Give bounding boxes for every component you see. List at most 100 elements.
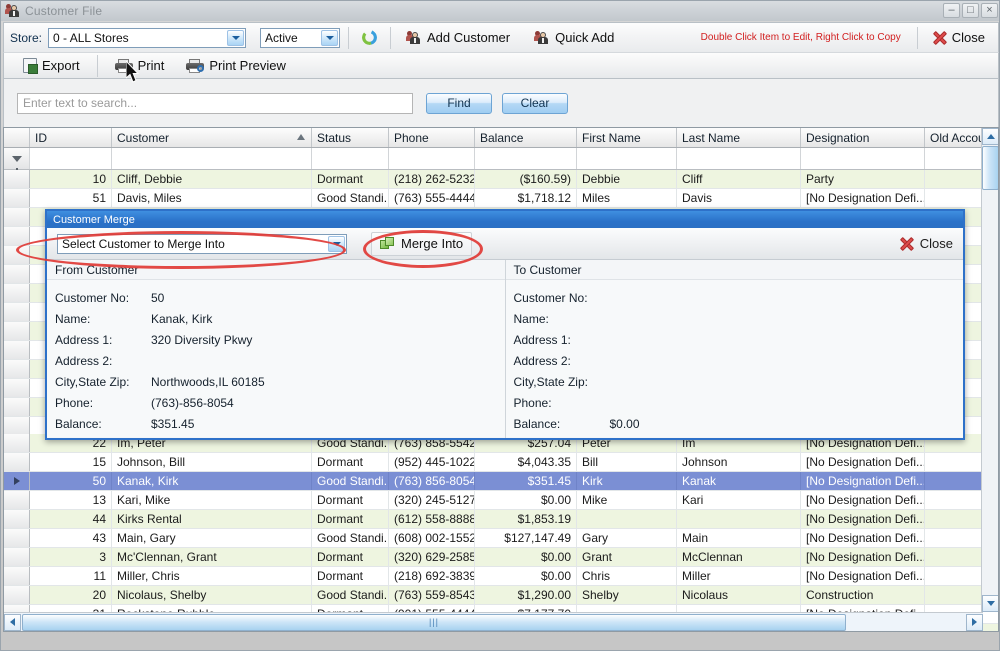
row-selector[interactable] — [4, 434, 30, 452]
row-selector[interactable] — [4, 208, 30, 226]
print-preview-button[interactable]: Print Preview — [179, 54, 293, 78]
row-selector[interactable] — [4, 265, 30, 283]
field-row: Balance: $351.45 — [55, 413, 505, 434]
cell-customer: Johnson, Bill — [112, 453, 312, 471]
horizontal-scrollbar[interactable]: ||| — [4, 612, 983, 631]
maximize-button[interactable]: □ — [962, 3, 979, 18]
table-row[interactable]: 44 Kirks Rental Dormant (612) 558-8888 $1,85… — [4, 510, 998, 529]
sort-ascending-icon — [297, 134, 305, 140]
row-selector[interactable] — [4, 303, 30, 321]
row-selector[interactable] — [4, 567, 30, 585]
filter-cell-last-name[interactable] — [677, 148, 801, 169]
row-selector[interactable] — [4, 548, 30, 566]
column-header-status[interactable]: Status — [312, 128, 389, 147]
print-button[interactable]: Print — [108, 54, 172, 78]
cell-last: Miller — [677, 567, 801, 585]
row-selector[interactable] — [4, 227, 30, 245]
search-bar: Find Clear — [3, 79, 999, 127]
vertical-scrollbar[interactable] — [981, 128, 998, 612]
row-selector[interactable] — [4, 510, 30, 528]
cell-designation: Construction — [801, 586, 925, 604]
horizontal-scroll-track[interactable]: ||| — [21, 613, 966, 631]
filter-button[interactable] — [4, 148, 30, 172]
close-icon — [932, 30, 947, 45]
row-selector[interactable] — [4, 360, 30, 378]
refresh-button[interactable] — [357, 26, 382, 50]
row-selector[interactable] — [4, 491, 30, 509]
column-header-id[interactable]: ID — [30, 128, 112, 147]
search-input[interactable] — [17, 92, 413, 114]
column-header-phone[interactable]: Phone — [389, 128, 475, 147]
cell-balance: $127,147.49 — [475, 529, 577, 547]
column-header-first-name[interactable]: First Name — [577, 128, 677, 147]
merge-target-select[interactable]: Select Customer to Merge Into — [57, 233, 347, 254]
filter-cell-phone[interactable] — [389, 148, 475, 169]
table-row[interactable]: 3 Mc'Clennan, Grant Dormant (320) 629-2585 $… — [4, 548, 998, 567]
column-header-designation[interactable]: Designation — [801, 128, 925, 147]
column-header-balance[interactable]: Balance — [475, 128, 577, 147]
table-row[interactable]: 20 Nicolaus, Shelby Good Standi... (763) 55… — [4, 586, 998, 605]
window-controls: – □ × — [943, 3, 998, 18]
vertical-scroll-thumb[interactable] — [982, 146, 998, 190]
scroll-left-button[interactable] — [4, 613, 21, 631]
row-selector[interactable] — [4, 586, 30, 604]
table-row[interactable]: 15 Johnson, Bill Dormant (952) 445-1022 $4,0… — [4, 453, 998, 472]
table-row[interactable]: 10 Cliff, Debbie Dormant (218) 262-5232 ($16… — [4, 170, 998, 189]
close-window-button[interactable]: × — [981, 3, 998, 18]
customer-merge-dialog: Customer Merge Select Customer to Merge … — [45, 209, 965, 440]
cell-first: Gary — [577, 529, 677, 547]
cell-balance: $1,853.19 — [475, 510, 577, 528]
merge-dialog-titlebar: Customer Merge — [47, 211, 963, 228]
status-filter-select[interactable]: Active — [260, 27, 341, 48]
column-header-last-name[interactable]: Last Name — [677, 128, 801, 147]
scroll-thumb-grip: ||| — [428, 617, 439, 627]
scroll-up-button[interactable] — [982, 128, 998, 145]
cell-designation: [No Designation Defi... — [801, 453, 925, 471]
filter-cell-designation[interactable] — [801, 148, 925, 169]
chevron-down-icon[interactable] — [321, 29, 339, 46]
filter-cell-balance[interactable] — [475, 148, 577, 169]
store-select[interactable]: 0 - ALL Stores — [48, 27, 247, 48]
cell-status: Good Standi... — [312, 189, 389, 207]
chevron-down-icon[interactable] — [328, 235, 345, 252]
filter-cell-customer[interactable] — [112, 148, 312, 169]
row-selector[interactable] — [4, 322, 30, 340]
table-row[interactable]: 50 Kanak, Kirk Good Standi... (763) 856-805… — [4, 472, 998, 491]
scroll-right-button[interactable] — [966, 613, 983, 631]
horizontal-scroll-thumb[interactable]: ||| — [22, 613, 846, 631]
row-selector[interactable] — [4, 398, 30, 416]
row-selector[interactable] — [4, 417, 30, 435]
table-row[interactable]: 11 Miller, Chris Dormant (218) 692-3839 $0.0… — [4, 567, 998, 586]
chevron-down-icon[interactable] — [227, 29, 245, 46]
row-selector[interactable] — [4, 453, 30, 471]
cell-id: 50 — [30, 472, 112, 490]
field-label: Address 1: — [513, 332, 571, 347]
close-button[interactable]: Close — [926, 26, 992, 50]
row-selector[interactable] — [4, 170, 30, 188]
table-row[interactable]: 51 Davis, Miles Good Standi... (763) 555-44… — [4, 189, 998, 208]
row-selector[interactable] — [4, 529, 30, 547]
cell-id: 13 — [30, 491, 112, 509]
add-customer-button[interactable]: Add Customer — [399, 26, 517, 50]
filter-cell-status[interactable] — [312, 148, 389, 169]
export-button[interactable]: Export — [16, 54, 87, 78]
row-selector[interactable] — [4, 379, 30, 397]
column-header-customer[interactable]: Customer — [112, 128, 312, 147]
row-selector[interactable] — [4, 284, 30, 302]
minimize-button[interactable]: – — [943, 3, 960, 18]
table-row[interactable]: 43 Main, Gary Good Standi... (608) 002-1552… — [4, 529, 998, 548]
row-selector[interactable] — [4, 246, 30, 264]
row-selector[interactable] — [4, 472, 30, 490]
quick-add-button[interactable]: Quick Add — [527, 26, 621, 50]
filter-cell-id[interactable] — [30, 148, 112, 169]
table-row[interactable]: 13 Kari, Mike Dormant (320) 245-5127 $0.00 Mi… — [4, 491, 998, 510]
merge-close-button[interactable]: Close — [899, 236, 953, 251]
clear-button[interactable]: Clear — [502, 92, 568, 114]
merge-into-button[interactable]: Merge Into — [371, 231, 473, 256]
scroll-down-button[interactable] — [982, 595, 998, 612]
find-button[interactable]: Find — [426, 92, 492, 114]
row-selector[interactable] — [4, 341, 30, 359]
filter-cell-first-name[interactable] — [577, 148, 677, 169]
field-label: City,State Zip: — [55, 374, 130, 389]
row-selector[interactable] — [4, 189, 30, 207]
